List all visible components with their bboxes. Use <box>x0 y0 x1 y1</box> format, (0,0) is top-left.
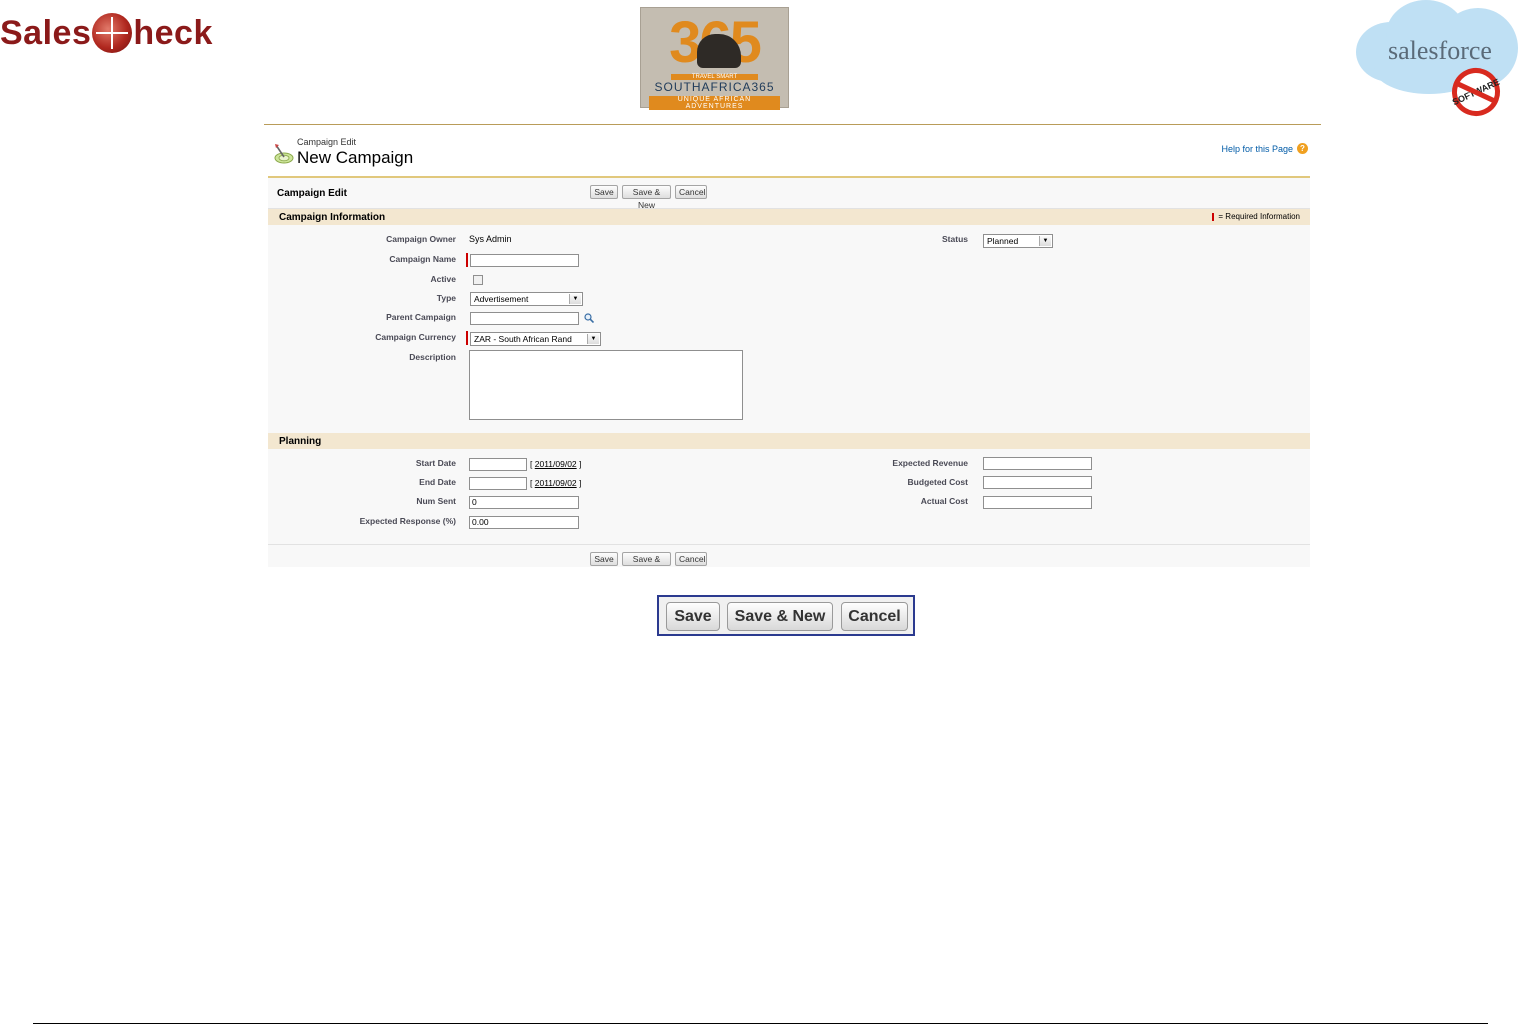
expected-response-label: Expected Response (%) <box>359 516 456 526</box>
zoom-save-button[interactable]: Save <box>666 602 720 631</box>
footer-save-and-new-button[interactable]: Save & New <box>622 552 671 566</box>
campaign-name-input[interactable] <box>470 254 579 267</box>
required-marker <box>466 331 468 345</box>
footer-cancel-button[interactable]: Cancel <box>675 552 707 566</box>
salescheck-ball-icon <box>92 13 133 53</box>
help-link[interactable]: Help for this Page ? <box>1221 143 1308 154</box>
end-date-today-link-text[interactable]: 2011/09/02 <box>535 478 577 488</box>
description-label: Description <box>409 352 456 362</box>
salescheck-logo: Sales heck <box>0 8 213 58</box>
dropdown-arrow-icon[interactable]: ▼ <box>1039 236 1051 246</box>
zoomed-buttons-callout: Save Save & New Cancel <box>657 595 915 636</box>
expected-response-input[interactable]: 0.00 <box>469 516 579 529</box>
active-checkbox[interactable] <box>473 275 483 285</box>
salesforce-wordmark: salesforce <box>1388 36 1492 65</box>
status-select-value: Planned <box>987 236 1019 246</box>
budgeted-cost-label: Budgeted Cost <box>907 477 968 487</box>
required-marker-icon <box>1212 212 1215 221</box>
actual-cost-label: Actual Cost <box>920 496 968 506</box>
section-title: Planning <box>279 436 322 447</box>
southafrica365-logo: 365 TRAVEL SMART SOUTHAFRICA365 UNIQUE A… <box>640 7 789 110</box>
edit-block: Campaign Edit Save Save & New Cancel Cam… <box>268 176 1310 567</box>
expected-revenue-input[interactable] <box>983 457 1092 470</box>
salescheck-logo-text-left: Sales <box>0 13 92 52</box>
type-select[interactable]: Advertisement ▼ <box>470 292 583 306</box>
campaign-currency-value: ZAR - South African Rand <box>474 334 572 344</box>
footer-save-button[interactable]: Save <box>590 552 618 566</box>
no-software-text: SOFTWARE <box>1450 76 1502 108</box>
block-title: Campaign Edit <box>277 188 348 199</box>
campaign-currency-select[interactable]: ZAR - South African Rand ▼ <box>470 332 601 346</box>
budgeted-cost-input[interactable] <box>983 476 1092 489</box>
section-header-planning: Planning <box>268 433 1310 449</box>
campaign-icon <box>274 144 294 164</box>
start-date-label: Start Date <box>415 458 456 468</box>
required-marker <box>466 253 468 267</box>
salescheck-logo-text-right: heck <box>133 13 213 52</box>
parent-campaign-input[interactable] <box>470 312 579 325</box>
type-label: Type <box>436 293 456 303</box>
actual-cost-input[interactable] <box>983 496 1092 509</box>
required-legend-text: = Required Information <box>1218 212 1300 221</box>
save-button[interactable]: Save <box>590 185 618 199</box>
description-textarea[interactable] <box>469 350 743 420</box>
cancel-button[interactable]: Cancel <box>675 185 707 199</box>
start-date-today-link-text[interactable]: 2011/09/02 <box>535 459 577 469</box>
lookup-search-icon[interactable] <box>584 313 594 323</box>
active-label: Active <box>430 274 456 284</box>
salesforce-logo: salesforce SOFTWARE <box>1356 0 1518 124</box>
save-and-new-button[interactable]: Save & New <box>622 185 671 210</box>
campaign-edit-page: Campaign Edit New Campaign Help for this… <box>264 124 1321 567</box>
dropdown-arrow-icon[interactable]: ▼ <box>587 334 599 344</box>
page-title: New Campaign <box>297 148 414 167</box>
page-header: Campaign Edit New Campaign Help for this… <box>270 135 1310 175</box>
status-label: Status <box>942 234 968 244</box>
page-bottom-rule <box>33 1023 1488 1024</box>
help-link-text[interactable]: Help for this Page <box>1221 144 1293 154</box>
dropdown-arrow-icon[interactable]: ▼ <box>569 294 581 304</box>
section-title: Campaign Information <box>279 212 386 223</box>
section-header-campaign-information: Campaign Information = Required Informat… <box>268 209 1310 225</box>
end-date-label: End Date <box>419 477 456 487</box>
sa365-tagline-bottom: UNIQUE AFRICAN ADVENTURES <box>649 96 780 110</box>
required-legend: = Required Information <box>1212 212 1300 221</box>
start-date-today-link[interactable]: [ 2011/09/02 ] <box>530 459 581 469</box>
zoom-cancel-button[interactable]: Cancel <box>841 602 908 631</box>
page-type-label: Campaign Edit <box>297 137 357 147</box>
num-sent-label: Num Sent <box>416 496 456 506</box>
sa365-name: SOUTHAFRICA365 <box>654 80 775 94</box>
end-date-input[interactable] <box>469 477 527 490</box>
expected-revenue-label: Expected Revenue <box>892 458 968 468</box>
zoom-save-and-new-button[interactable]: Save & New <box>727 602 833 631</box>
num-sent-input[interactable]: 0 <box>469 496 579 509</box>
block-footer: Save Save & New Cancel <box>268 544 1310 567</box>
parent-campaign-label: Parent Campaign <box>386 312 456 322</box>
campaign-currency-label: Campaign Currency <box>375 332 456 342</box>
campaign-name-label: Campaign Name <box>389 254 456 264</box>
status-select[interactable]: Planned ▼ <box>983 234 1053 248</box>
end-date-today-link[interactable]: [ 2011/09/02 ] <box>530 478 581 488</box>
campaign-owner-label: Campaign Owner <box>386 234 456 244</box>
type-select-value: Advertisement <box>474 294 529 304</box>
start-date-input[interactable] <box>469 458 527 471</box>
help-icon[interactable]: ? <box>1297 143 1308 154</box>
campaign-owner-value: Sys Admin <box>469 234 512 244</box>
block-header: Campaign Edit Save Save & New Cancel <box>268 178 1310 210</box>
